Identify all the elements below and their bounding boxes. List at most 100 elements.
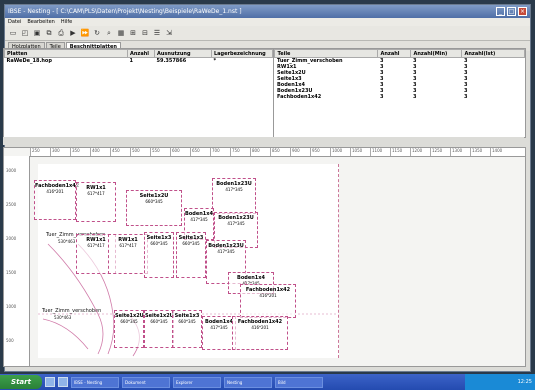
ruler-tick: 1100 [370, 148, 390, 156]
ruler-tick: 1350 [470, 148, 490, 156]
taskbar-item[interactable]: Bild [275, 376, 323, 388]
close-button[interactable]: × [518, 7, 527, 16]
nested-part[interactable]: RW1x1 617*417 [108, 234, 148, 274]
open-icon[interactable]: ◰ [20, 28, 30, 38]
rotate-icon[interactable]: ↻ [92, 28, 102, 38]
col-header[interactable]: Anzahl [127, 49, 155, 58]
table-row[interactable]: RaWeDe_18.hop 1 59.357866 * [5, 58, 273, 64]
ruler-tick: 1000 [330, 148, 350, 156]
part-dimensions: 660*345 [120, 319, 138, 324]
ruler-tick: 3000 [6, 168, 17, 173]
plate-sheet: Tuer_Zimm_verschoben 530*463 Tuer_Zimm_v… [34, 164, 339, 358]
parts-table: Teile Anzahl Anzahl(Min) Anzahl(Ist) Tue… [274, 49, 525, 137]
part-dimensions: 660*345 [150, 319, 168, 324]
ruler-tick: 2000 [6, 236, 17, 241]
zoom-icon[interactable]: ⌕ [104, 28, 114, 38]
col-header[interactable]: Lagerbezeichnung [210, 49, 274, 58]
cell: 59.357866 [156, 58, 187, 64]
col-header[interactable]: Anzahl [377, 49, 412, 58]
nesting-drawing[interactable]: 250 300 350 400 450 500 550 600 650 700 750 800 850 9… [3, 147, 526, 367]
ruler-tick: 250 [30, 148, 50, 156]
nested-part[interactable]: Seite1x2U 660*345 [144, 310, 174, 348]
ruler-tick: 650 [190, 148, 210, 156]
part-dimensions: 617*417 [87, 191, 105, 196]
desktop-icon[interactable] [58, 377, 68, 387]
ruler-tick: 1400 [490, 148, 510, 156]
taskbar-item[interactable]: Nesting [224, 376, 272, 388]
fast-forward-icon[interactable]: ⏩ [80, 28, 90, 38]
ruler-tick: 500 [130, 148, 150, 156]
tables-panel: Platten Anzahl Ausnutzung Lagerbezeichnu… [3, 48, 526, 138]
ruler-tick: 400 [90, 148, 110, 156]
cell: * [213, 58, 217, 64]
list-icon[interactable]: ☰ [152, 28, 162, 38]
save-icon[interactable]: ▣ [32, 28, 42, 38]
nested-part[interactable]: Seite1x3 660*345 [172, 310, 202, 348]
part-dimensions: 660*345 [178, 319, 196, 324]
minimize-button[interactable]: _ [496, 7, 505, 16]
part-dimensions: 416*201 [251, 325, 269, 330]
ruler-tick: 1150 [390, 148, 410, 156]
new-icon[interactable]: ▭ [8, 28, 18, 38]
table-row[interactable]: Fachboden1x42 3 3 3 [275, 94, 525, 100]
ruler-tick: 350 [70, 148, 90, 156]
ruler-tick: 1500 [6, 270, 17, 275]
nested-part[interactable]: Boden1x4417*345 [202, 316, 236, 350]
part-dimensions: 417*345 [225, 187, 243, 192]
export-icon[interactable]: ⇲ [164, 28, 174, 38]
nested-part[interactable]: Seite1x3 660*345 [176, 232, 206, 278]
col-header[interactable]: Anzahl(Min) [410, 49, 463, 58]
ruler-tick: 950 [310, 148, 330, 156]
ruler-tick: 1250 [430, 148, 450, 156]
ruler-tick: 700 [210, 148, 230, 156]
ruler-tick: 1200 [410, 148, 430, 156]
nested-part[interactable]: Seite1x3 660*345 [144, 232, 174, 278]
cell: RaWeDe_18.hop [6, 58, 52, 64]
col-header[interactable]: Teile [274, 49, 379, 58]
browser-icon[interactable] [45, 377, 55, 387]
print-icon[interactable]: ⎙ [56, 28, 66, 38]
nested-part[interactable]: Fachboden1x42 416*201 [240, 284, 296, 318]
start-button[interactable]: Start [0, 375, 42, 389]
part-dimensions: 417*345 [217, 249, 235, 254]
taskbar-item[interactable]: IBSE - Nesting [71, 376, 119, 388]
menu-edit[interactable]: Bearbeiten [27, 19, 54, 25]
nested-part[interactable]: RW1x1 617*417 [76, 182, 116, 222]
vertical-ruler: 3000 2500 2000 1500 1000 500 [4, 156, 30, 366]
system-tray: 12:25 [465, 374, 535, 390]
part-dimensions: 660*345 [150, 241, 168, 246]
col-header[interactable]: Platten [4, 49, 128, 58]
part-dimensions: 417*345 [227, 221, 245, 226]
taskbar-item[interactable]: Dokument [122, 376, 170, 388]
part-dimensions: 617*417 [119, 243, 137, 248]
title-bar[interactable]: IBSE - Nesting - [ C:\CAM\PLS\Daten\Proj… [5, 5, 530, 18]
col-header[interactable]: Ausnutzung [154, 49, 212, 58]
ruler-tick: 600 [170, 148, 190, 156]
nested-part[interactable]: Seite1x2U 660*345 [114, 310, 144, 348]
cell: 3 [463, 94, 468, 100]
nested-part[interactable]: Boden1x23U 417*345 [212, 178, 256, 214]
grid-icon[interactable]: ▦ [116, 28, 126, 38]
splitter[interactable] [3, 137, 524, 145]
nested-part[interactable]: Fachboden1x42 416*201 [232, 316, 288, 350]
nested-part[interactable]: Fachboden1x42 416*201 [34, 180, 79, 220]
menu-help[interactable]: Hilfe [61, 19, 72, 25]
window-title: IBSE - Nesting - [ C:\CAM\PLS\Daten\Proj… [8, 8, 242, 15]
menu-file[interactable]: Datei [8, 19, 21, 25]
taskbar-item[interactable]: Explorer [173, 376, 221, 388]
layout-icon[interactable]: ⊟ [140, 28, 150, 38]
part-dimensions: 417*345 [210, 325, 228, 330]
nested-part[interactable]: Seite1x2U 660*345 [126, 190, 182, 226]
copy-icon[interactable]: ⧉ [44, 28, 54, 38]
horizontal-ruler: 250 300 350 400 450 500 550 600 650 700 750 800 850 9… [30, 148, 525, 157]
play-icon[interactable]: ▶ [68, 28, 78, 38]
menu-bar: Datei Bearbeiten Hilfe [5, 18, 530, 26]
ruler-tick: 800 [250, 148, 270, 156]
maximize-button[interactable]: □ [507, 7, 516, 16]
align-icon[interactable]: ⊞ [128, 28, 138, 38]
toolbar: ▭ ◰ ▣ ⧉ ⎙ ▶ ⏩ ↻ ⌕ ▦ ⊞ ⊟ ☰ ⇲ [5, 26, 530, 41]
col-header[interactable]: Anzahl(Ist) [461, 49, 525, 58]
ruler-tick: 850 [270, 148, 290, 156]
cell: Fachboden1x42 [276, 94, 322, 100]
ruler-tick: 1300 [450, 148, 470, 156]
